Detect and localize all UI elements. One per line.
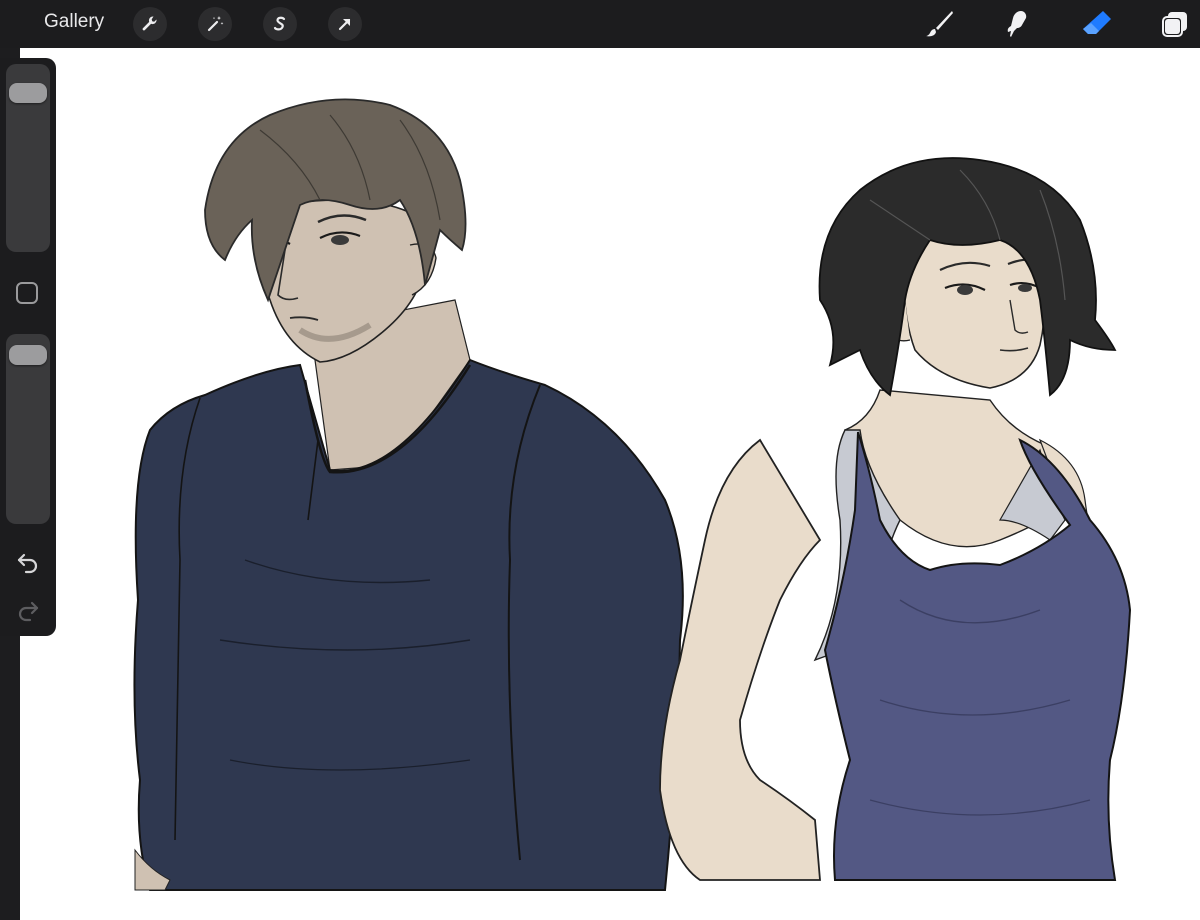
opacity-slider[interactable] xyxy=(6,334,50,524)
transform-arrow-icon xyxy=(338,18,351,31)
gallery-button[interactable]: Gallery xyxy=(44,11,104,33)
artwork xyxy=(133,98,1132,891)
brush-tool[interactable] xyxy=(922,8,956,40)
woman-figure xyxy=(659,157,1132,881)
top-toolbar: Gallery xyxy=(0,0,1200,48)
magic-wand-icon xyxy=(207,16,224,32)
side-panel xyxy=(0,58,56,636)
smudge-icon xyxy=(1007,11,1027,37)
brush-size-thumb[interactable] xyxy=(9,83,47,104)
adjustments-button[interactable] xyxy=(198,7,232,41)
smudge-tool[interactable] xyxy=(1000,8,1034,40)
redo-icon[interactable] xyxy=(15,596,41,622)
eraser-icon xyxy=(1083,11,1111,34)
transform-button[interactable] xyxy=(328,7,362,41)
brush-size-slider[interactable] xyxy=(6,64,50,252)
brush-icon xyxy=(926,11,953,37)
selection-s-icon xyxy=(273,16,286,31)
opacity-thumb[interactable] xyxy=(9,345,47,366)
selection-button[interactable] xyxy=(263,7,297,41)
wrench-icon xyxy=(142,16,157,31)
drawing-canvas[interactable] xyxy=(20,48,1200,920)
actions-button[interactable] xyxy=(133,7,167,41)
modify-square-icon[interactable] xyxy=(16,282,38,304)
layers-tool[interactable] xyxy=(1158,8,1192,40)
undo-icon[interactable] xyxy=(15,548,41,574)
man-figure xyxy=(133,98,684,891)
layers-icon xyxy=(1162,12,1187,37)
eraser-tool[interactable] xyxy=(1080,8,1114,40)
